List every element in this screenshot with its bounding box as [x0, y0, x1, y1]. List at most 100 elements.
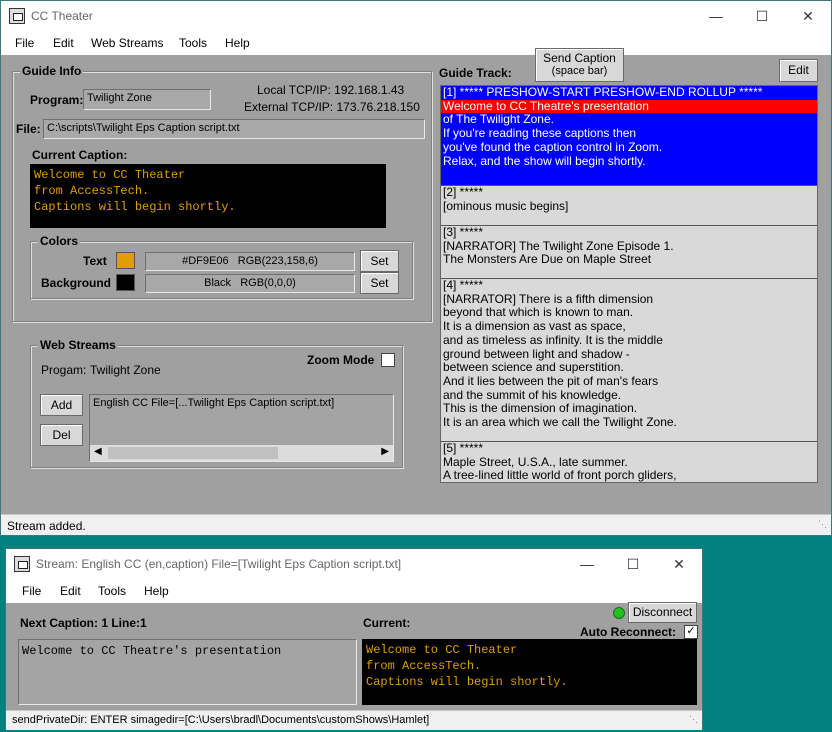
track-entry-line: If you're reading these captions then [443, 126, 637, 141]
track-entry-line: and the summit of his knowledge. [443, 387, 622, 402]
minimize-icon[interactable]: — [693, 1, 739, 32]
track-entry-line: The Monsters Are Due on Maple Street [443, 252, 652, 267]
current-caption-label: Current Caption: [32, 148, 128, 162]
edit-track-button[interactable]: Edit [779, 59, 818, 82]
file-label: File: [16, 122, 41, 136]
track-entry-line: of The Twilight Zone. [443, 112, 554, 127]
track-entry-highlight: Welcome to CC Theatre's presentation [441, 99, 817, 114]
maximize-icon[interactable]: ☐ [610, 549, 656, 580]
background-color-label: Background [41, 276, 112, 290]
stream-list[interactable]: English CC File=[...Twilight Eps Caption… [89, 394, 394, 462]
track-entry-line: [NARRATOR] The Twilight Zone Episode 1. [443, 238, 674, 253]
stream-statusbar: sendPrivateDir: ENTER simagedir=[C:\User… [6, 710, 702, 730]
next-caption-display: Welcome to CC Theatre's presentation [18, 639, 357, 705]
background-name: Black [204, 277, 232, 289]
set-background-color-button[interactable]: Set [360, 272, 399, 294]
local-ip-text: Local TCP/IP: 192.168.1.43 [257, 83, 405, 97]
add-stream-button[interactable]: Add [40, 394, 83, 416]
caption-line: Welcome to CC Theater [366, 643, 518, 657]
auto-reconnect-checkbox[interactable]: ✓ [684, 625, 698, 639]
scroll-thumb[interactable] [108, 447, 278, 459]
set-text-color-button[interactable]: Set [360, 250, 399, 272]
stream-status-text: sendPrivateDir: ENTER simagedir=[C:\User… [12, 714, 430, 726]
scroll-left-icon[interactable]: ◀ [94, 446, 102, 457]
track-entry[interactable]: [4] ***** [NARRATOR] There is a fifth di… [441, 278, 817, 442]
menu-web-streams[interactable]: Web Streams [91, 36, 163, 50]
send-caption-hint: (space bar) [551, 65, 608, 77]
background-color-swatch[interactable] [116, 274, 135, 291]
close-icon[interactable]: ✕ [785, 1, 831, 32]
main-statusbar: Stream added. ⋱ [1, 514, 831, 535]
resize-grip-icon[interactable]: ⋱ [818, 519, 827, 530]
guide-track-label: Guide Track: [439, 66, 512, 80]
minimize-icon[interactable]: — [564, 549, 610, 580]
track-entry-line: beyond that which is known to man. [443, 305, 634, 320]
track-entry-line: ground between light and shadow - [443, 346, 630, 361]
track-entry-line: you've found the caption control in Zoom… [443, 139, 663, 154]
stream-current-caption: Welcome to CC Theater from AccessTech. C… [362, 639, 697, 705]
menu-file[interactable]: File [15, 36, 34, 50]
web-streams-program-value: Twilight Zone [90, 363, 161, 377]
auto-reconnect-label: Auto Reconnect: [580, 625, 676, 639]
track-entry-header: [5] ***** [443, 441, 484, 455]
track-entry-line: And it lies between the pit of man's fea… [443, 373, 659, 388]
main-titlebar: CC Theater — ☐ ✕ [1, 1, 831, 32]
track-entry-header: [2] ***** [443, 185, 484, 199]
track-entry[interactable]: [5] ***** Maple Street, U.S.A., late sum… [441, 441, 817, 483]
next-caption-text: Welcome to CC Theatre's presentation [22, 644, 282, 658]
close-icon[interactable]: ✕ [656, 549, 702, 580]
background-color-value: Black RGB(0,0,0) [145, 274, 355, 293]
menu-edit[interactable]: Edit [53, 36, 74, 50]
send-caption-button[interactable]: Send Caption (space bar) [535, 48, 624, 82]
horizontal-scrollbar[interactable]: ◀ ▶ [90, 445, 393, 461]
guide-track-list[interactable]: [1] ***** PRESHOW-START PRESHOW-END ROLL… [440, 85, 818, 483]
external-ip-text: External TCP/IP: 173.76.218.150 [244, 100, 420, 114]
file-path-field[interactable]: C:\scripts\Twilight Eps Caption script.t… [43, 119, 425, 139]
stream-window-title: Stream: English CC (en,caption) File=[Tw… [36, 557, 402, 571]
send-caption-label: Send Caption [543, 51, 616, 65]
window-title: CC Theater [31, 9, 93, 23]
track-entry[interactable]: [3] ***** [NARRATOR] The Twilight Zone E… [441, 225, 817, 279]
main-window: CC Theater — ☐ ✕ File Edit Web Streams T… [0, 0, 832, 536]
track-entry-line: and as timeless as infinity. It is the m… [443, 332, 663, 347]
app-icon [9, 8, 25, 24]
list-item[interactable]: English CC File=[...Twilight Eps Caption… [90, 395, 393, 411]
connection-status-icon [613, 607, 625, 619]
status-text: Stream added. [7, 519, 86, 533]
track-entry-line: It is a dimension as vast as space, [443, 319, 626, 334]
web-streams-program-label: Progam: [41, 363, 87, 377]
menu-help[interactable]: Help [225, 36, 250, 50]
background-rgb: RGB(0,0,0) [240, 277, 296, 289]
track-entry-line: Relax, and the show will begin shortly. [443, 153, 646, 168]
track-entry-line: [NARRATOR] There is a fifth dimension [443, 291, 654, 306]
menu-help[interactable]: Help [144, 584, 169, 598]
main-menubar: File Edit Web Streams Tools Help [1, 32, 831, 55]
program-field[interactable]: Twilight Zone [83, 89, 211, 110]
disconnect-button[interactable]: Disconnect [628, 602, 697, 623]
zoom-mode-checkbox[interactable] [381, 353, 395, 367]
caption-line: from AccessTech. [34, 184, 150, 198]
menu-tools[interactable]: Tools [98, 584, 126, 598]
track-entry-line: A tree-lined little world of front porch… [443, 468, 677, 483]
text-color-swatch[interactable] [116, 252, 135, 269]
next-caption-label: Next Caption: 1 Line:1 [20, 616, 147, 630]
text-rgb: RGB(223,158,6) [237, 255, 318, 267]
menu-edit[interactable]: Edit [60, 584, 81, 598]
menu-tools[interactable]: Tools [179, 36, 207, 50]
scroll-right-icon[interactable]: ▶ [381, 446, 389, 457]
delete-stream-button[interactable]: Del [40, 424, 83, 446]
resize-grip-icon[interactable]: ⋱ [689, 714, 698, 725]
app-icon [14, 556, 30, 572]
menu-file[interactable]: File [22, 584, 41, 598]
caption-line: from AccessTech. [366, 659, 482, 673]
web-streams-label: Web Streams [38, 338, 118, 352]
track-entry-header: [3] ***** [443, 225, 484, 239]
track-entry-line: Maple Street, U.S.A., late summer. [443, 454, 628, 469]
maximize-icon[interactable]: ☐ [739, 1, 785, 32]
caption-line: Captions will begin shortly. [366, 675, 568, 689]
stream-titlebar: Stream: English CC (en,caption) File=[Tw… [6, 549, 702, 580]
track-entry-line: It is an area which we call the Twilight… [443, 415, 677, 430]
track-entry[interactable]: [1] ***** PRESHOW-START PRESHOW-END ROLL… [441, 86, 817, 186]
text-color-label: Text [83, 254, 107, 268]
track-entry[interactable]: [2] ***** [ominous music begins] [441, 185, 817, 226]
